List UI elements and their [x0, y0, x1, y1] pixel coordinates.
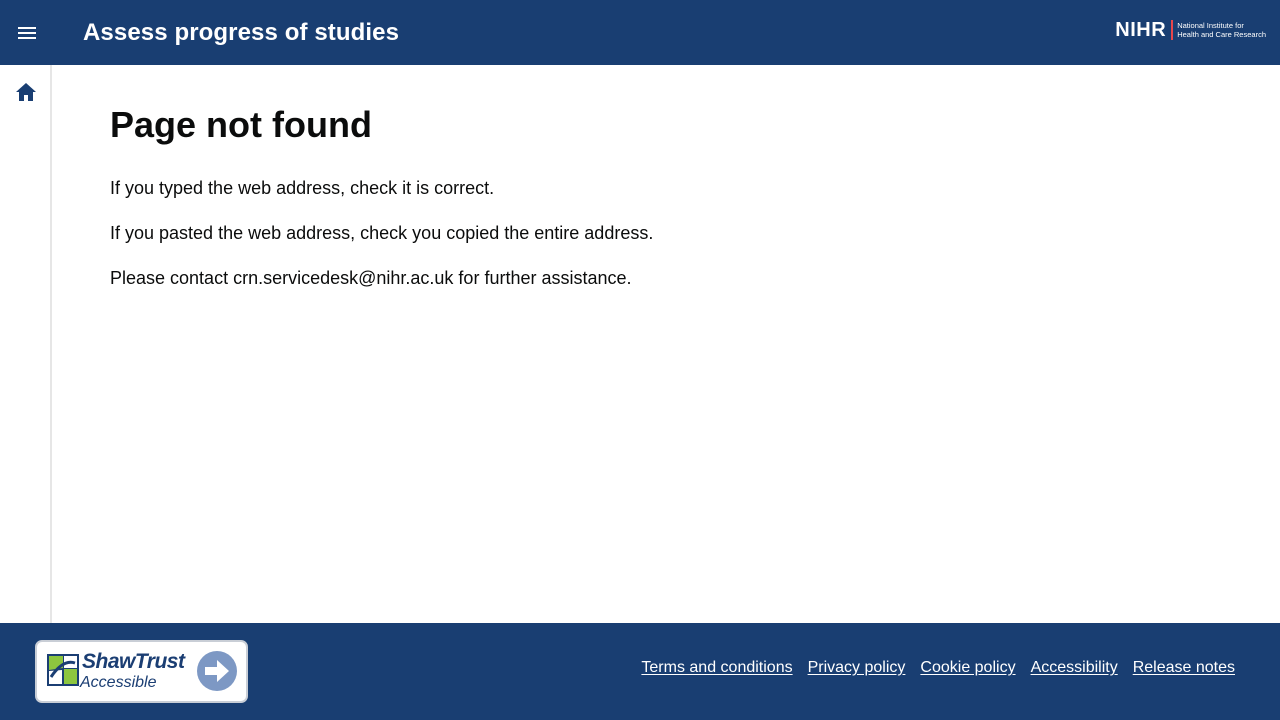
nihr-logo-line1: National Institute for [1177, 21, 1244, 30]
paragraph-typed-address: If you typed the web address, check it i… [110, 178, 495, 198]
nihr-logo-divider [1171, 20, 1174, 40]
shaw-trust-text: ShawTrust Accessible [80, 650, 185, 692]
app-root: Assess progress of studies NIHR National… [0, 0, 1280, 720]
top-header: Assess progress of studies NIHR National… [0, 0, 1280, 65]
footer: ShawTrust Accessible Terms and condition… [0, 623, 1280, 720]
footer-link-release-notes[interactable]: Release notes [1133, 657, 1235, 679]
hamburger-menu-icon [18, 27, 36, 39]
shaw-trust-name: ShawTrust [82, 650, 185, 673]
shaw-trust-accessible-badge[interactable]: ShawTrust Accessible [35, 640, 248, 703]
footer-links: Terms and conditions Privacy policy Cook… [641, 657, 1235, 679]
footer-link-cookie[interactable]: Cookie policy [920, 657, 1015, 679]
footer-link-accessibility[interactable]: Accessibility [1031, 657, 1118, 679]
arrow-right-icon [197, 651, 237, 691]
paragraph-contact: Please contact crn.servicedesk@nihr.ac.u… [110, 268, 632, 288]
main-content: Page not found If you typed the web addr… [110, 65, 1210, 290]
sidebar [0, 65, 52, 623]
shaw-trust-sub: Accessible [80, 674, 157, 691]
shaw-trust-logo-icon [47, 654, 79, 686]
footer-link-privacy[interactable]: Privacy policy [808, 657, 906, 679]
footer-link-terms[interactable]: Terms and conditions [641, 657, 792, 679]
nihr-logo-fullname: National Institute for Health and Care R… [1177, 21, 1266, 39]
page-title: Page not found [110, 104, 372, 145]
nihr-logo-line2: Health and Care Research [1177, 30, 1266, 39]
nihr-logo-mark: NIHR [1115, 19, 1167, 41]
paragraph-pasted-address: If you pasted the web address, check you… [110, 223, 654, 243]
nihr-logo[interactable]: NIHR National Institute for Health and C… [1115, 18, 1266, 42]
menu-button[interactable] [12, 18, 42, 48]
sidebar-home-link[interactable] [13, 79, 39, 105]
app-title[interactable]: Assess progress of studies [83, 18, 399, 48]
home-icon [16, 83, 36, 101]
